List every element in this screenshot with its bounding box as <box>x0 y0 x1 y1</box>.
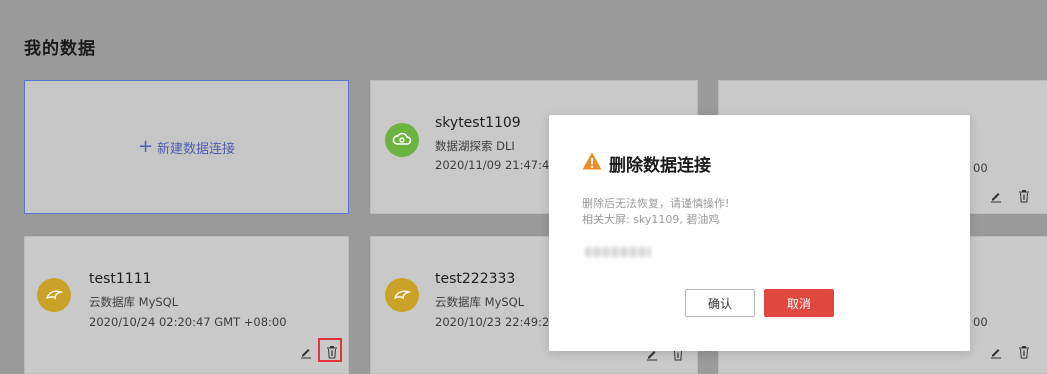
dolphin-icon <box>385 278 419 312</box>
cancel-button[interactable]: 取消 <box>764 289 834 317</box>
new-data-connection-label: 新建数据连接 <box>157 141 236 157</box>
card-date: 2020/10/24 02:20:47 GMT +08:00 <box>89 315 287 329</box>
edit-icon[interactable] <box>989 345 1003 359</box>
card-type: 云数据库 MySQL <box>435 295 525 309</box>
dialog-warning-text: 删除后无法恢复，请谨慎操作! <box>582 197 730 210</box>
data-connection-card[interactable]: test1111 云数据库 MySQL 2020/10/24 02:20:47 … <box>24 236 349 374</box>
card-date: 2020/11/09 21:47:4 <box>435 158 550 172</box>
edit-icon[interactable] <box>989 189 1003 203</box>
delete-highlight-box <box>318 338 342 362</box>
dialog-related-screens: 相关大屏: sky1109, 碧油鸡 <box>582 213 720 226</box>
confirm-button[interactable]: 确认 <box>685 289 755 317</box>
card-type: 云数据库 MySQL <box>89 295 179 309</box>
delete-icon[interactable] <box>1017 345 1031 359</box>
card-type: 数据湖探索 DLI <box>435 139 515 153</box>
card-title: test1111 <box>89 271 152 287</box>
card-title: skytest1109 <box>435 115 521 131</box>
blurred-text <box>585 247 651 257</box>
card-date: 00 <box>973 315 988 329</box>
card-date: 00 <box>973 161 988 175</box>
cloud-lake-icon <box>385 123 419 157</box>
warning-icon <box>582 152 602 170</box>
edit-icon[interactable] <box>299 345 313 359</box>
plus-icon: + <box>137 136 154 157</box>
delete-connection-dialog: 删除数据连接 删除后无法恢复，请谨慎操作! 相关大屏: sky1109, 碧油鸡… <box>549 115 970 351</box>
dialog-title: 删除数据连接 <box>609 156 711 176</box>
card-title: test222333 <box>435 271 516 287</box>
dolphin-icon <box>37 278 71 312</box>
card-date: 2020/10/23 22:49:2 <box>435 315 550 329</box>
new-data-connection-card[interactable]: + 新建数据连接 <box>24 80 349 214</box>
page-title: 我的数据 <box>24 39 96 59</box>
delete-icon[interactable] <box>1017 189 1031 203</box>
